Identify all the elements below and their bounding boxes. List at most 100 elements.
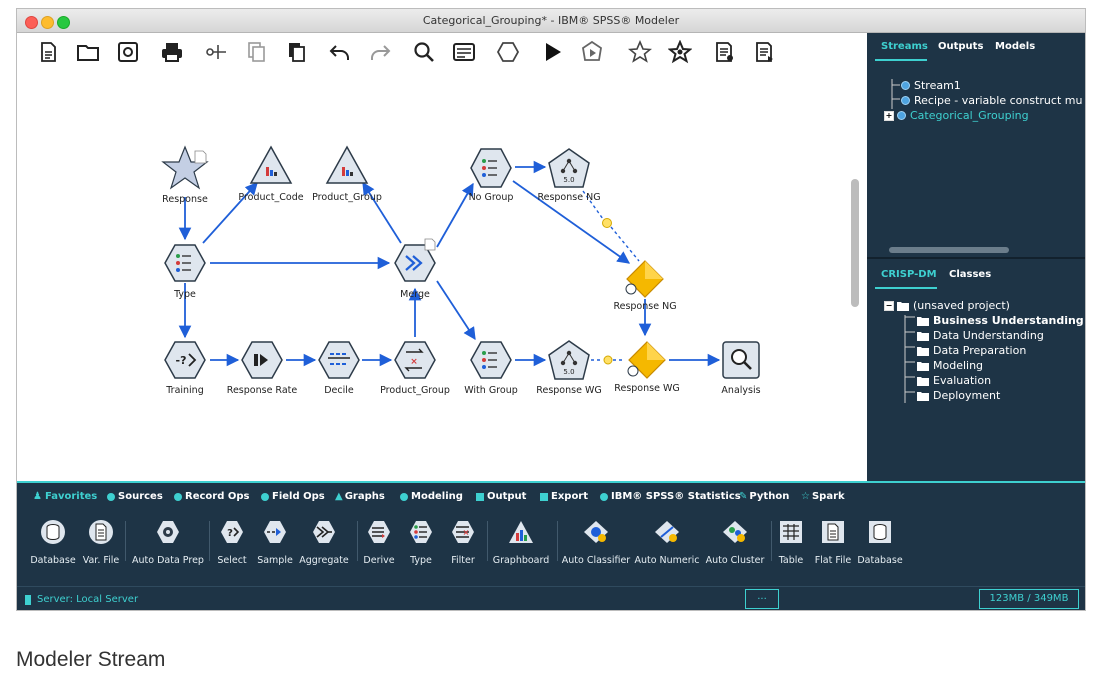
stream-item[interactable]: Stream1	[901, 79, 961, 92]
link-merge-withgroup	[436, 280, 476, 341]
palette-item-select[interactable]: ? Select	[211, 519, 253, 566]
palette-tab-spss-statistics[interactable]: IBM® SPSS® Statistics	[600, 491, 741, 502]
folder-icon	[917, 391, 929, 401]
server-status[interactable]: Server: Local Server	[25, 594, 138, 605]
file-icon	[89, 520, 113, 544]
status-indicator[interactable]: ...	[745, 589, 779, 609]
crisp-folder[interactable]: Modeling	[917, 359, 983, 372]
palette-tab-spark[interactable]: ☆ Spark	[801, 491, 845, 502]
redo-icon[interactable]	[367, 40, 393, 64]
palette-tab-modeling[interactable]: Modeling	[400, 491, 463, 502]
image-caption: Modeler Stream	[16, 648, 166, 671]
palette-item-flat-file[interactable]: Flat File	[813, 519, 853, 566]
project-root[interactable]: − (unsaved project)	[884, 299, 1010, 312]
node-response[interactable]: Response	[161, 145, 209, 205]
palette-item-aggregate[interactable]: Aggregate	[297, 519, 351, 566]
node-label: Response NG	[537, 192, 600, 203]
search-icon[interactable]	[411, 40, 437, 64]
properties-icon[interactable]	[451, 40, 477, 64]
run-selection-icon[interactable]	[579, 40, 605, 64]
palette-item-var-file[interactable]: Var. File	[79, 519, 123, 566]
open-folder-icon[interactable]	[75, 40, 101, 64]
tab-classes[interactable]: Classes	[949, 269, 991, 280]
node-training[interactable]: -? Training	[164, 341, 206, 396]
node-label: Product_Group	[380, 385, 450, 396]
outline-icon[interactable]	[751, 40, 777, 64]
node-decile[interactable]: Decile	[318, 341, 360, 396]
tab-models[interactable]: Models	[995, 41, 1035, 52]
streams-panel: Streams Outputs Models Stream1 Recipe - …	[867, 33, 1085, 259]
collapse-icon[interactable]: −	[884, 300, 894, 311]
palette-item-auto-cluster[interactable]: Auto Cluster	[703, 519, 767, 566]
stream-canvas[interactable]: Response Product_Code Product_Group No G…	[17, 71, 867, 540]
c50-glyph: 5.0	[563, 368, 574, 376]
node-response-rate[interactable]: Response Rate	[227, 341, 298, 396]
palette-item-type[interactable]: Type	[403, 519, 439, 566]
supernode-icon[interactable]	[495, 40, 521, 64]
svg-text:?: ?	[227, 528, 233, 539]
node-no-group[interactable]: No Group	[469, 148, 514, 203]
node-response-wg-model[interactable]: Response WG	[614, 341, 680, 394]
node-type[interactable]: Type	[164, 244, 206, 300]
palette-item-table[interactable]: Table	[773, 519, 809, 566]
node-response-ng[interactable]: 5.0 Response NG	[537, 148, 601, 203]
new-stream-icon[interactable]	[35, 40, 61, 64]
palette-item-sample[interactable]: Sample	[253, 519, 297, 566]
palette-tab-record-ops[interactable]: Record Ops	[174, 491, 249, 502]
annotate-icon[interactable]	[711, 40, 737, 64]
cut-icon[interactable]	[203, 40, 229, 64]
palette-item-auto-numeric[interactable]: Auto Numeric	[633, 519, 701, 566]
crisp-folder[interactable]: Deployment	[917, 389, 1000, 402]
palette-item-database-export[interactable]: Database	[857, 519, 903, 566]
palette-tab-field-ops[interactable]: Field Ops	[261, 491, 325, 502]
palette-item-auto-classifier[interactable]: Auto Classifier	[561, 519, 631, 566]
stream-item-active[interactable]: + Categorical_Grouping	[884, 109, 1029, 122]
canvas-vertical-scrollbar[interactable]	[851, 179, 859, 307]
palette-tab-favorites[interactable]: ♟ Favorites	[33, 491, 97, 502]
palette-item-auto-data-prep[interactable]: Auto Data Prep	[129, 519, 207, 566]
favorite-star-icon[interactable]	[667, 40, 693, 64]
tab-crisp-dm[interactable]: CRISP-DM	[881, 269, 937, 280]
node-merge[interactable]: Merge	[394, 238, 436, 300]
save-icon[interactable]	[115, 40, 141, 64]
expand-icon[interactable]: +	[884, 110, 894, 121]
crisp-folder[interactable]: Data Preparation	[917, 344, 1026, 357]
crisp-folder[interactable]: Data Understanding	[917, 329, 1044, 342]
statistics-icon	[600, 492, 608, 501]
tab-streams[interactable]: Streams	[881, 41, 928, 52]
node-product-group[interactable]: × Product_Group	[380, 341, 450, 396]
paste-icon[interactable]	[283, 40, 309, 64]
run-icon[interactable]	[539, 40, 565, 64]
star-icon[interactable]	[627, 40, 653, 64]
palette-tab-output[interactable]: Output	[476, 491, 526, 502]
copy-icon[interactable]	[243, 40, 269, 64]
tab-outputs[interactable]: Outputs	[938, 41, 983, 52]
stream-item[interactable]: Recipe - variable construct mu	[901, 94, 1082, 107]
node-analysis[interactable]: Analysis	[721, 341, 761, 396]
database-icon	[41, 520, 65, 544]
status-bar: Server: Local Server ... 123MB / 349MB	[17, 586, 1085, 610]
node-product-code[interactable]: Product_Code	[238, 145, 304, 203]
palette-item-database[interactable]: Database	[29, 519, 77, 566]
palette-tab-sources[interactable]: Sources	[107, 491, 163, 502]
palette-tab-python[interactable]: ✎ Python	[739, 491, 789, 502]
palette-item-graphboard[interactable]: Graphboard	[491, 519, 551, 566]
crisp-folder[interactable]: Business Understanding	[917, 314, 1084, 327]
palette-item-derive[interactable]: Derive	[359, 519, 399, 566]
palette-item-filter[interactable]: × Filter	[445, 519, 481, 566]
node-product-group-graph[interactable]: Product_Group	[312, 145, 382, 203]
palette-tab-export[interactable]: Export	[540, 491, 588, 502]
crisp-folder[interactable]: Evaluation	[917, 374, 991, 387]
streams-horizontal-scrollbar[interactable]	[889, 247, 1009, 253]
palette-tab-graphs[interactable]: ▲ Graphs	[335, 491, 385, 502]
main-toolbar	[17, 33, 867, 72]
output-icon	[476, 492, 484, 501]
node-with-group[interactable]: With Group	[464, 341, 518, 396]
print-icon[interactable]	[159, 40, 185, 64]
stream-diagram: Response Product_Code Product_Group No G…	[161, 145, 761, 396]
undo-icon[interactable]	[327, 40, 353, 64]
node-response-wg[interactable]: 5.0 Response WG	[536, 340, 602, 396]
node-response-ng-model[interactable]: Response NG	[613, 260, 677, 312]
memory-usage[interactable]: 123MB / 349MB	[979, 589, 1079, 609]
model-link-bulb-icon	[603, 355, 613, 365]
